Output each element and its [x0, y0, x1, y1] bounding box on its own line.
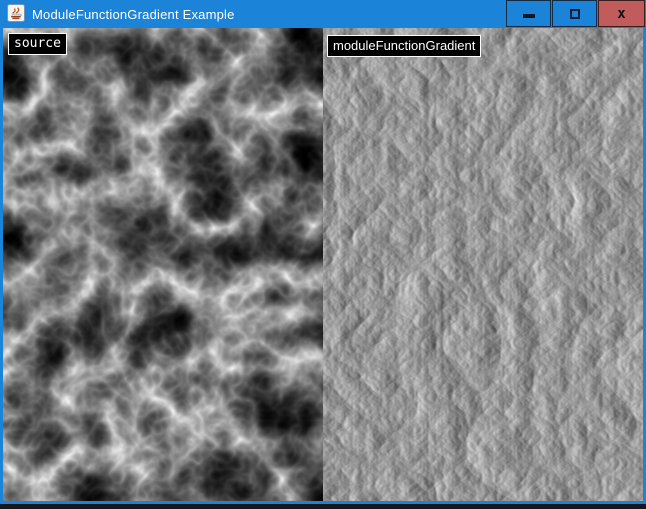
java-app-icon	[6, 3, 26, 23]
maximize-icon	[570, 9, 580, 19]
close-button[interactable]: x	[598, 0, 645, 27]
minimize-icon	[523, 14, 535, 18]
app-window: ModuleFunctionGradient Example x source …	[0, 0, 646, 504]
source-label: source	[8, 33, 67, 55]
maximize-button[interactable]	[552, 0, 597, 27]
source-image	[3, 28, 323, 501]
close-icon: x	[617, 7, 625, 21]
titlebar[interactable]: ModuleFunctionGradient Example x	[0, 0, 646, 28]
gradient-panel: moduleFunctionGradient	[323, 28, 643, 501]
window-title: ModuleFunctionGradient Example	[32, 7, 235, 22]
source-panel: source	[3, 28, 323, 501]
minimize-button[interactable]	[506, 0, 551, 27]
module-function-gradient-image	[323, 28, 643, 501]
gradient-label: moduleFunctionGradient	[327, 35, 481, 57]
window-controls: x	[505, 0, 645, 27]
window-content: source moduleFunctionGradient	[0, 28, 646, 504]
